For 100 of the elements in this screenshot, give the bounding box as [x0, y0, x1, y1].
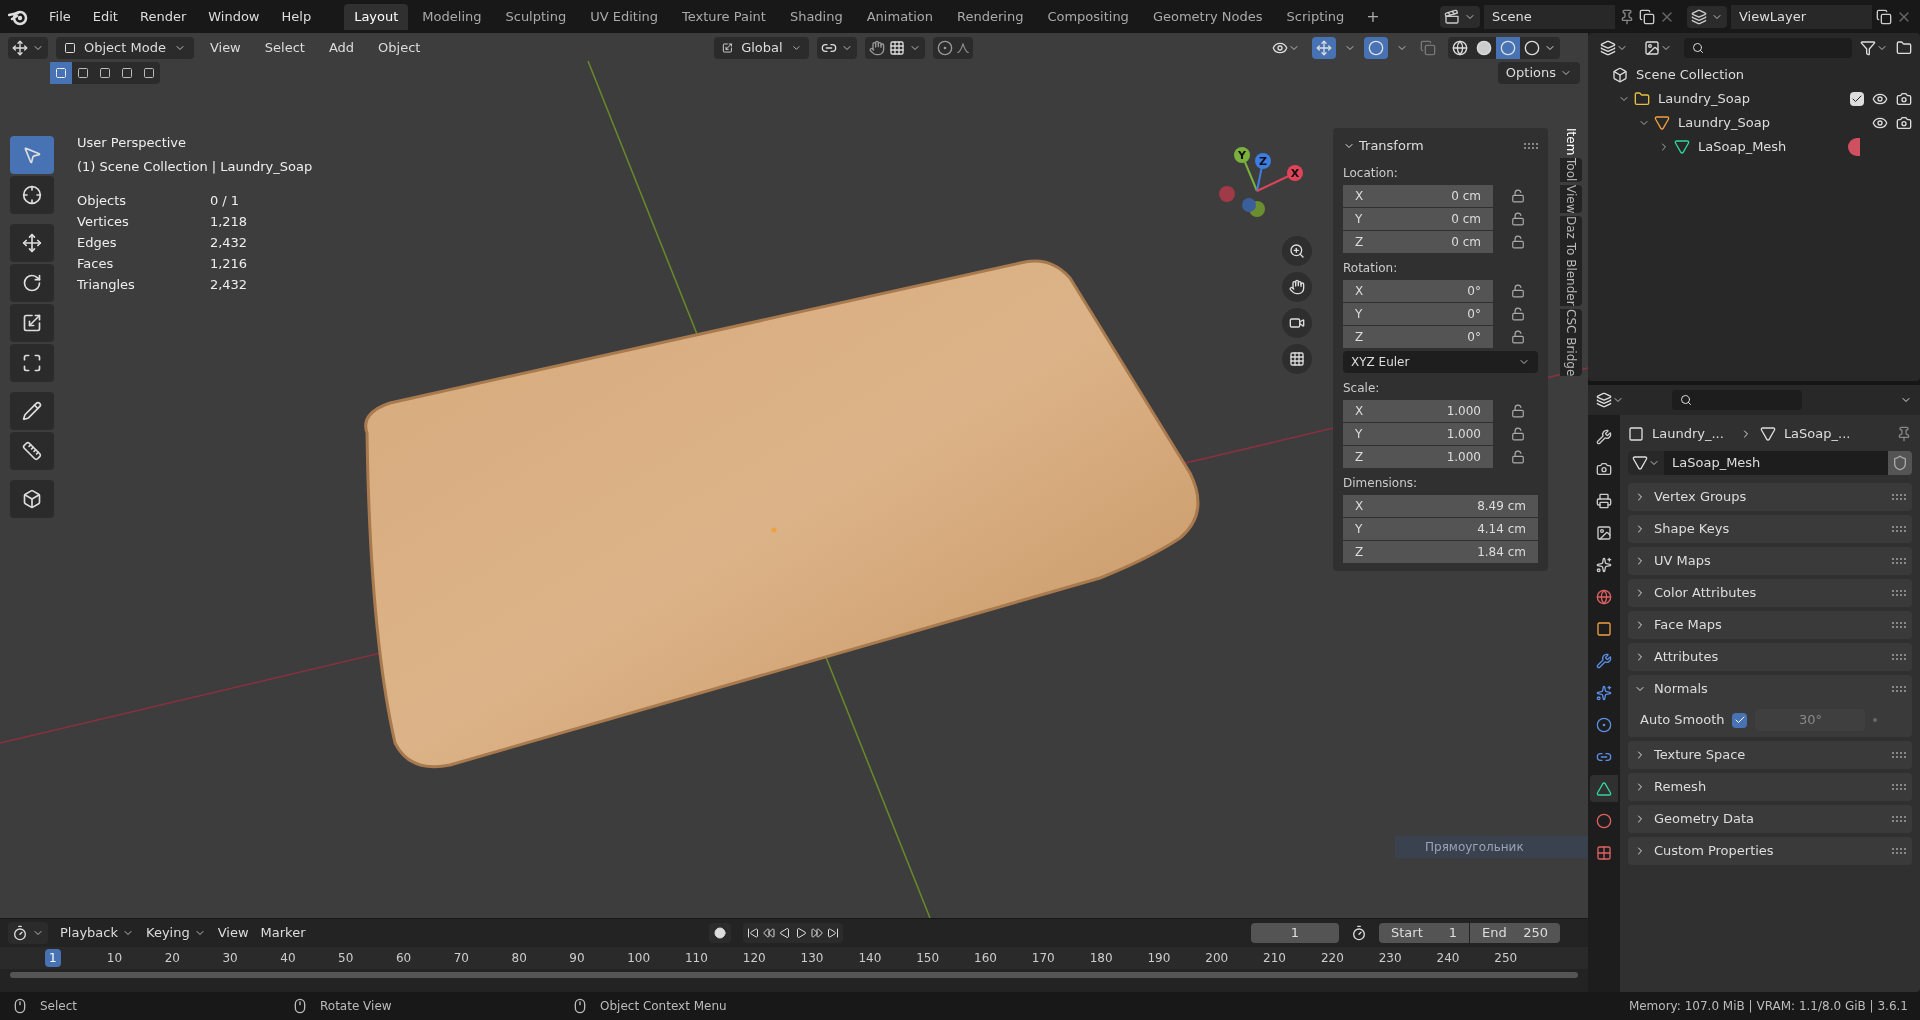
workspace-tab[interactable]: Sculpting — [495, 3, 577, 30]
viewport-nav-button[interactable] — [1282, 236, 1312, 266]
lock-icon[interactable] — [1511, 450, 1525, 464]
view-layer-type-button[interactable] — [1687, 5, 1727, 28]
outliner-item-label[interactable]: LaSoap_Mesh — [1698, 137, 1787, 157]
number-field[interactable]: Z 0 cm — [1343, 231, 1493, 253]
menu-item[interactable]: Window — [199, 6, 269, 27]
menu-item[interactable]: Playback — [60, 923, 134, 943]
editor-type-button[interactable] — [8, 922, 48, 944]
workspace-tab[interactable]: Modeling — [412, 3, 492, 30]
menu-item[interactable]: Object — [370, 38, 429, 58]
end-frame-field[interactable]: 250 — [1520, 923, 1560, 943]
workspace-tab[interactable]: Animation — [856, 3, 943, 30]
number-field[interactable]: Z 1.000 — [1343, 446, 1493, 468]
axis-handle[interactable] — [1219, 186, 1235, 202]
menu-item[interactable]: File — [40, 6, 80, 27]
drag-handle-icon[interactable] — [1892, 686, 1906, 692]
camera-icon[interactable] — [1896, 91, 1912, 107]
menu-item[interactable]: Edit — [83, 6, 127, 27]
shading-buttons[interactable] — [1448, 37, 1560, 59]
panel-title[interactable]: Shape Keys — [1654, 519, 1730, 539]
drag-handle-icon[interactable] — [1892, 816, 1906, 822]
add-workspace-button[interactable]: + — [1358, 4, 1388, 29]
workspace-tab[interactable]: UV Editing — [580, 3, 668, 30]
play-reverse-icon[interactable] — [779, 927, 792, 939]
mesh-browse-button[interactable] — [1628, 451, 1664, 475]
sidebar-tab[interactable]: CSC Bridge — [1560, 308, 1582, 377]
scene-name-field[interactable]: Scene — [1484, 4, 1615, 29]
next-keyframe-icon[interactable] — [811, 927, 824, 939]
panel-title[interactable]: Attributes — [1654, 647, 1719, 667]
jump-start-icon[interactable] — [747, 927, 760, 939]
number-field[interactable]: X 0° — [1343, 280, 1493, 302]
number-field[interactable]: X 1.000 — [1343, 400, 1493, 422]
new-collection-icon[interactable] — [1896, 40, 1912, 56]
outliner-item-label[interactable]: Scene Collection — [1636, 65, 1745, 85]
jump-end-icon[interactable] — [827, 927, 840, 939]
panel-title[interactable]: Color Attributes — [1654, 583, 1757, 603]
viewport-nav-button[interactable] — [1282, 344, 1312, 374]
scene-type-button[interactable] — [1440, 5, 1480, 28]
previous-keyframe-icon[interactable] — [763, 927, 776, 939]
drag-handle-icon[interactable] — [1892, 494, 1906, 500]
drag-handle-icon[interactable] — [1892, 654, 1906, 660]
panel-title[interactable]: Transform — [1359, 136, 1424, 156]
checkbox[interactable] — [1732, 712, 1748, 728]
tool-button[interactable] — [10, 176, 54, 214]
drag-handle-icon[interactable] — [1892, 590, 1906, 596]
checkbox[interactable] — [1850, 92, 1864, 106]
number-field[interactable]: X 8.49 cm — [1343, 495, 1538, 517]
drag-handle-icon[interactable] — [1892, 622, 1906, 628]
panel-title[interactable]: Geometry Data — [1654, 809, 1754, 829]
number-field[interactable]: Z 1.84 cm — [1343, 541, 1538, 563]
lock-icon[interactable] — [1511, 284, 1525, 298]
sidebar-tab[interactable]: Tool — [1560, 158, 1582, 182]
record-button[interactable] — [709, 923, 732, 943]
viewport-nav-button[interactable] — [1282, 272, 1312, 302]
tool-button[interactable] — [10, 392, 54, 430]
view-layer-name-field[interactable]: ViewLayer — [1731, 4, 1872, 29]
eye-icon[interactable] — [1872, 115, 1888, 131]
workspace-tab[interactable]: Compositing — [1037, 3, 1139, 30]
panel-title[interactable]: Texture Space — [1654, 745, 1746, 765]
panel-title[interactable]: Remesh — [1654, 777, 1707, 797]
mode-dropdown[interactable]: Object Mode — [56, 37, 194, 59]
editor-type-button[interactable] — [8, 37, 48, 59]
axis-handle[interactable] — [1242, 198, 1256, 212]
axis-label[interactable]: X — [1287, 165, 1303, 181]
workspace-tab[interactable]: Shading — [779, 3, 853, 30]
drag-handle-icon[interactable] — [1892, 784, 1906, 790]
orientation-dropdown[interactable]: Global — [714, 37, 810, 59]
axis-label[interactable]: Z — [1255, 153, 1271, 169]
options-dropdown[interactable]: Options — [1497, 62, 1580, 84]
pivot-button[interactable] — [817, 37, 858, 59]
panel-title[interactable]: Face Maps — [1654, 615, 1722, 635]
number-field[interactable]: X 0 cm — [1343, 185, 1493, 207]
drag-handle-icon[interactable] — [1524, 143, 1538, 149]
eye-icon[interactable] — [1872, 91, 1888, 107]
fake-user-button[interactable] — [1888, 451, 1912, 475]
tool-button[interactable] — [10, 432, 54, 470]
search-field[interactable] — [1684, 38, 1852, 58]
proportional-edit-button[interactable] — [933, 37, 974, 59]
copy-icon[interactable] — [1876, 8, 1892, 25]
workspace-tab[interactable]: Texture Paint — [672, 3, 776, 30]
viewport-nav-button[interactable] — [1282, 308, 1312, 338]
number-field[interactable]: Y 1.000 — [1343, 423, 1493, 445]
snap-button[interactable] — [865, 37, 926, 59]
overlay-toggle-button[interactable] — [1364, 37, 1388, 59]
number-field[interactable]: Z 0° — [1343, 326, 1493, 348]
menu-item[interactable]: View — [201, 38, 249, 58]
timeline-scrollbar[interactable] — [10, 972, 1578, 978]
menu-item[interactable]: Add — [320, 38, 363, 58]
drag-handle-icon[interactable] — [1892, 526, 1906, 532]
lock-icon[interactable] — [1511, 189, 1525, 203]
lock-icon[interactable] — [1511, 427, 1525, 441]
tool-button[interactable] — [10, 304, 54, 342]
properties-tab[interactable] — [1590, 775, 1618, 802]
gizmo-toggle-button[interactable] — [1312, 37, 1336, 59]
stopwatch-icon[interactable] — [1351, 925, 1367, 941]
current-frame-field[interactable]: 1 — [1251, 923, 1339, 943]
drag-handle-icon[interactable] — [1892, 752, 1906, 758]
mesh-name-field[interactable]: LaSoap_Mesh — [1664, 451, 1888, 475]
outliner-item-label[interactable]: Laundry_Soap — [1658, 89, 1750, 109]
